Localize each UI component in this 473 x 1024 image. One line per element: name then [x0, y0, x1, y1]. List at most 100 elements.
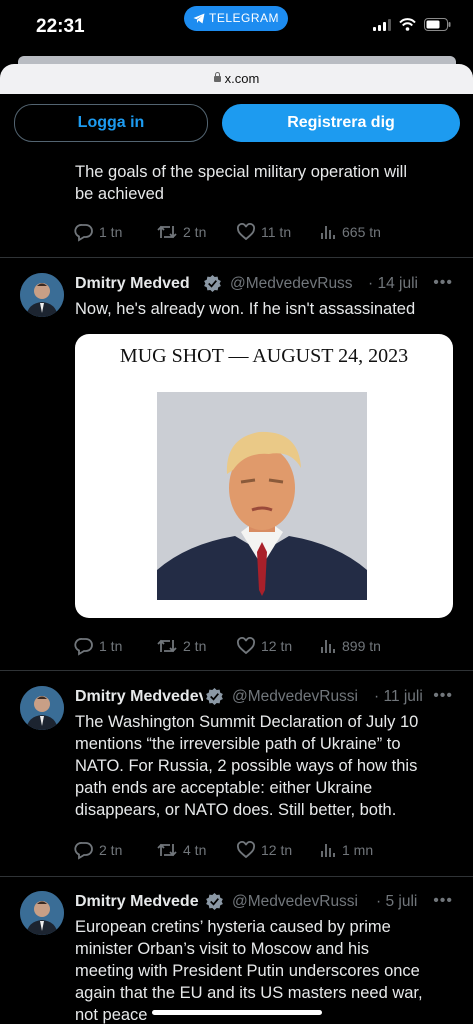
like-button[interactable]: 11 tn — [236, 222, 291, 242]
reply-count: 1 tn — [99, 224, 123, 240]
lock-icon — [213, 72, 221, 82]
more-options-icon[interactable]: ••• — [433, 892, 453, 910]
tweet-text: Now, he's already won. If he isn't assas… — [75, 298, 465, 320]
author-name[interactable]: Dmitry Medvede — [75, 893, 203, 911]
repost-count: 2 tn — [183, 224, 207, 240]
repost-count: 4 tn — [183, 842, 207, 858]
telegram-icon — [193, 13, 205, 24]
battery-icon — [424, 18, 451, 31]
author-handle[interactable]: @MedvedevRussi — [232, 688, 358, 706]
views-icon — [321, 844, 335, 857]
tweet-text-line: disappears, or NATO does. Still better, … — [75, 801, 397, 819]
home-indicator[interactable] — [152, 1010, 322, 1015]
tweet-text-line: minister Orban’s visit to Moscow and his — [75, 940, 370, 958]
tweet-divider — [0, 670, 473, 671]
wifi-icon — [399, 18, 416, 31]
auth-button-row: Logga in Registrera dig — [0, 104, 473, 144]
author-name[interactable]: Dmitry Medved — [75, 275, 190, 293]
verified-badge-icon — [206, 892, 223, 911]
heart-icon — [237, 223, 255, 241]
views-icon — [321, 226, 335, 239]
reply-count: 1 tn — [99, 638, 123, 654]
tweet-media-card[interactable]: MUG SHOT — AUGUST 24, 2023 — [75, 334, 453, 618]
tweet-actions: 2 tn 4 tn 12 tn 1 mn — [74, 840, 460, 864]
author-name[interactable]: Dmitry Medvedev — [75, 688, 203, 706]
author-handle[interactable]: @MedvedevRuss — [230, 275, 353, 293]
register-button[interactable]: Registrera dig — [222, 104, 460, 142]
views-button[interactable]: 899 tn — [319, 636, 381, 656]
share-icon[interactable] — [432, 636, 452, 656]
reply-count: 2 tn — [99, 842, 123, 858]
verified-badge-icon — [204, 274, 221, 293]
url-text: x.com — [224, 71, 260, 86]
heart-icon — [237, 841, 255, 859]
tweet-text-line: meeting with President Putin underscores… — [75, 962, 420, 980]
media-caption: MUG SHOT — AUGUST 24, 2023 — [119, 345, 409, 367]
tweet-text-line: Now, he's already won. If he isn't assas… — [75, 300, 416, 318]
status-bar: 22:31 TELEGRAM — [0, 0, 473, 52]
verified-badge-icon — [206, 687, 223, 706]
author-handle[interactable]: @MedvedevRussi — [232, 893, 358, 911]
cellular-signal-icon — [373, 18, 391, 31]
tweet-text: The goals of the special military operat… — [75, 161, 465, 205]
repost-button[interactable]: 2 tn — [156, 222, 206, 242]
portrait-image — [157, 392, 367, 600]
repost-button[interactable]: 4 tn — [156, 840, 206, 860]
avatar[interactable] — [20, 891, 64, 935]
tweet-text-line: path ends are acceptable: either Ukraine — [75, 779, 373, 797]
tweet-text-line: The Washington Summit Declaration of Jul… — [75, 713, 419, 731]
reply-button[interactable]: 2 tn — [74, 840, 122, 860]
repost-icon — [157, 225, 177, 239]
login-button[interactable]: Logga in — [14, 104, 208, 142]
reply-button[interactable]: 1 tn — [74, 636, 122, 656]
tweet-text: European cretins’ hysteria caused by pri… — [75, 916, 467, 1024]
avatar[interactable] — [20, 686, 64, 730]
views-button[interactable]: 665 tn — [319, 222, 381, 242]
clock: 22:31 — [36, 16, 85, 37]
like-button[interactable]: 12 tn — [236, 840, 292, 860]
tweet-date[interactable]: · 14 juli — [368, 275, 418, 293]
tweet-text-line: again that the EU and its US masters nee… — [75, 984, 423, 1002]
mugshot-photo — [157, 392, 367, 600]
reply-icon — [74, 224, 93, 242]
view-count: 1 mn — [342, 842, 374, 858]
back-to-app-button[interactable]: TELEGRAM — [184, 6, 288, 31]
heart-icon — [237, 637, 255, 655]
bookmark-icon[interactable] — [400, 840, 418, 860]
views-icon — [321, 640, 335, 653]
bookmark-icon[interactable] — [400, 636, 418, 656]
repost-count: 2 tn — [183, 638, 207, 654]
tweet-divider — [0, 257, 473, 258]
tweet-date[interactable]: · 5 juli — [376, 893, 417, 911]
share-icon[interactable] — [432, 222, 452, 242]
tweet-text: The Washington Summit Declaration of Jul… — [75, 711, 467, 821]
views-button[interactable]: 1 mn — [319, 840, 373, 860]
address-bar[interactable]: x.com — [0, 64, 473, 94]
like-count: 12 tn — [261, 638, 293, 654]
like-count: 11 tn — [261, 224, 292, 240]
tweet-actions: 1 tn 2 tn 12 tn 899 tn — [74, 636, 460, 660]
tweet-text-line: European cretins’ hysteria caused by pri… — [75, 918, 391, 936]
like-count: 12 tn — [261, 842, 293, 858]
repost-icon — [157, 639, 177, 653]
more-options-icon[interactable]: ••• — [433, 687, 453, 705]
repost-button[interactable]: 2 tn — [156, 636, 206, 656]
tweet-text-line: be achieved — [75, 185, 164, 203]
view-count: 665 tn — [342, 224, 381, 240]
reply-icon — [74, 842, 93, 860]
like-button[interactable]: 12 tn — [236, 636, 292, 656]
tweet-date[interactable]: · 11 juli — [374, 688, 423, 706]
tweet-text-line: NATO. For Russia, 2 possible ways of how… — [75, 757, 418, 775]
view-count: 899 tn — [342, 638, 381, 654]
bookmark-icon[interactable] — [400, 222, 418, 242]
tweet-text-line: The goals of the special military operat… — [75, 163, 407, 181]
more-options-icon[interactable]: ••• — [433, 274, 453, 292]
tweet-divider — [0, 876, 473, 877]
tweet-text-line: mentions “the irreversible path of Ukrai… — [75, 735, 401, 753]
share-icon[interactable] — [432, 840, 452, 860]
reply-button[interactable]: 1 tn — [74, 222, 122, 242]
repost-icon — [157, 843, 177, 857]
avatar[interactable] — [20, 273, 64, 317]
tweet-actions: 1 tn 2 tn 11 tn 665 tn — [74, 222, 460, 246]
reply-icon — [74, 638, 93, 656]
